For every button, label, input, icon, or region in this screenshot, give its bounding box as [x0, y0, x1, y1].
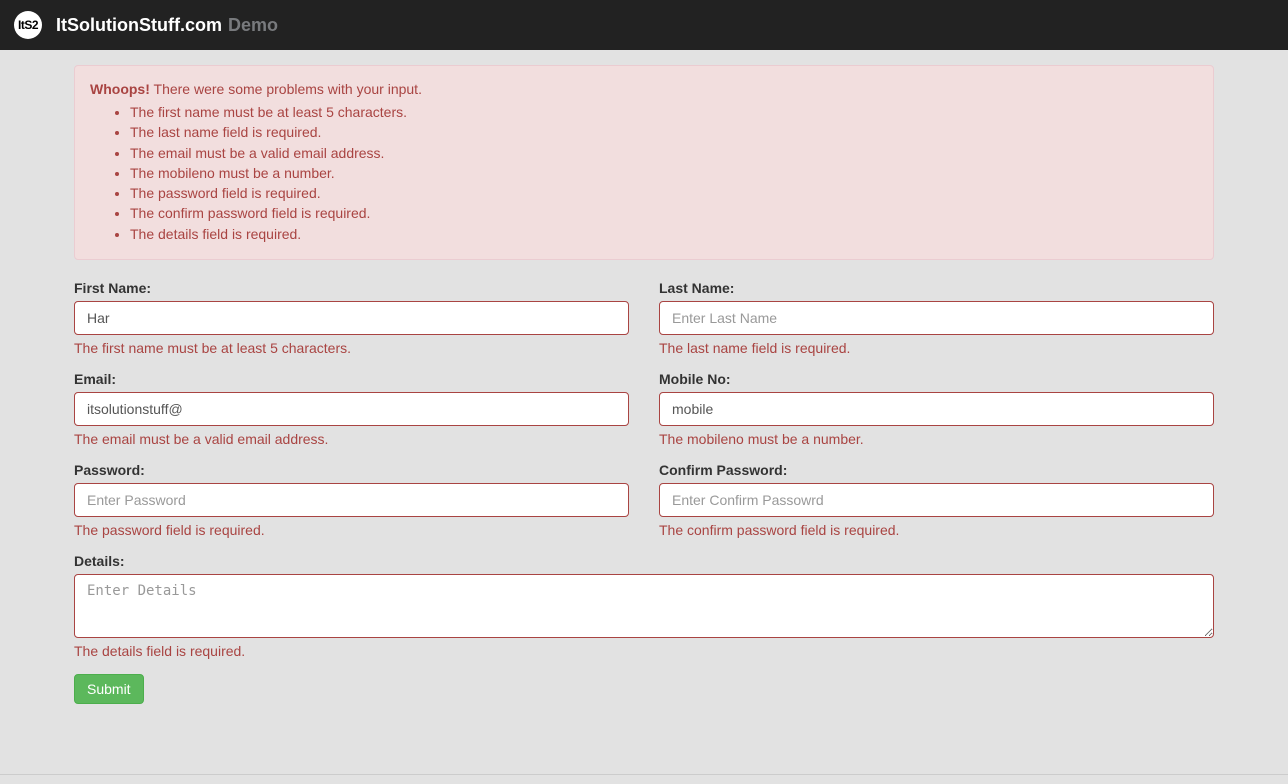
alert-error-item: The first name must be at least 5 charac…	[130, 102, 1198, 122]
email-input[interactable]	[74, 392, 629, 426]
last-name-error: The last name field is required.	[659, 340, 1214, 356]
alert-strong: Whoops!	[90, 81, 150, 97]
mobile-input[interactable]	[659, 392, 1214, 426]
email-error: The email must be a valid email address.	[74, 431, 629, 447]
password-label: Password:	[74, 462, 145, 478]
details-group: Details: The details field is required.	[74, 553, 1214, 659]
last-name-group: Last Name: The last name field is requir…	[659, 280, 1214, 356]
first-name-label: First Name:	[74, 280, 151, 296]
confirm-password-group: Confirm Password: The confirm password f…	[659, 462, 1214, 538]
confirm-password-label: Confirm Password:	[659, 462, 787, 478]
navbar: ItS2 ItSolutionStuff.com Demo	[0, 0, 1288, 50]
alert-error-item: The mobileno must be a number.	[130, 163, 1198, 183]
mobile-error: The mobileno must be a number.	[659, 431, 1214, 447]
password-error: The password field is required.	[74, 522, 629, 538]
last-name-input[interactable]	[659, 301, 1214, 335]
confirm-password-input[interactable]	[659, 483, 1214, 517]
alert-error-item: The password field is required.	[130, 183, 1198, 203]
email-label: Email:	[74, 371, 116, 387]
details-error: The details field is required.	[74, 643, 1214, 659]
first-name-group: First Name: The first name must be at le…	[74, 280, 629, 356]
main-container: Whoops! There were some problems with yo…	[59, 50, 1229, 734]
first-name-input[interactable]	[74, 301, 629, 335]
confirm-password-error: The confirm password field is required.	[659, 522, 1214, 538]
mobile-group: Mobile No: The mobileno must be a number…	[659, 371, 1214, 447]
alert-error-item: The last name field is required.	[130, 122, 1198, 142]
first-name-error: The first name must be at least 5 charac…	[74, 340, 629, 356]
footer-divider	[0, 774, 1288, 775]
mobile-label: Mobile No:	[659, 371, 731, 387]
alert-error-list: The first name must be at least 5 charac…	[90, 102, 1198, 244]
alert-error-item: The email must be a valid email address.	[130, 143, 1198, 163]
alert-message: There were some problems with your input…	[150, 81, 422, 97]
alert-error-item: The confirm password field is required.	[130, 203, 1198, 223]
email-group: Email: The email must be a valid email a…	[74, 371, 629, 447]
demo-text: Demo	[228, 15, 278, 36]
details-textarea[interactable]	[74, 574, 1214, 638]
password-group: Password: The password field is required…	[74, 462, 629, 538]
submit-button[interactable]: Submit	[74, 674, 144, 704]
validation-alert: Whoops! There were some problems with yo…	[74, 65, 1214, 260]
brand-text: ItSolutionStuff.com	[56, 15, 222, 36]
last-name-label: Last Name:	[659, 280, 734, 296]
password-input[interactable]	[74, 483, 629, 517]
alert-error-item: The details field is required.	[130, 224, 1198, 244]
details-label: Details:	[74, 553, 125, 569]
logo-icon: ItS2	[14, 11, 42, 39]
